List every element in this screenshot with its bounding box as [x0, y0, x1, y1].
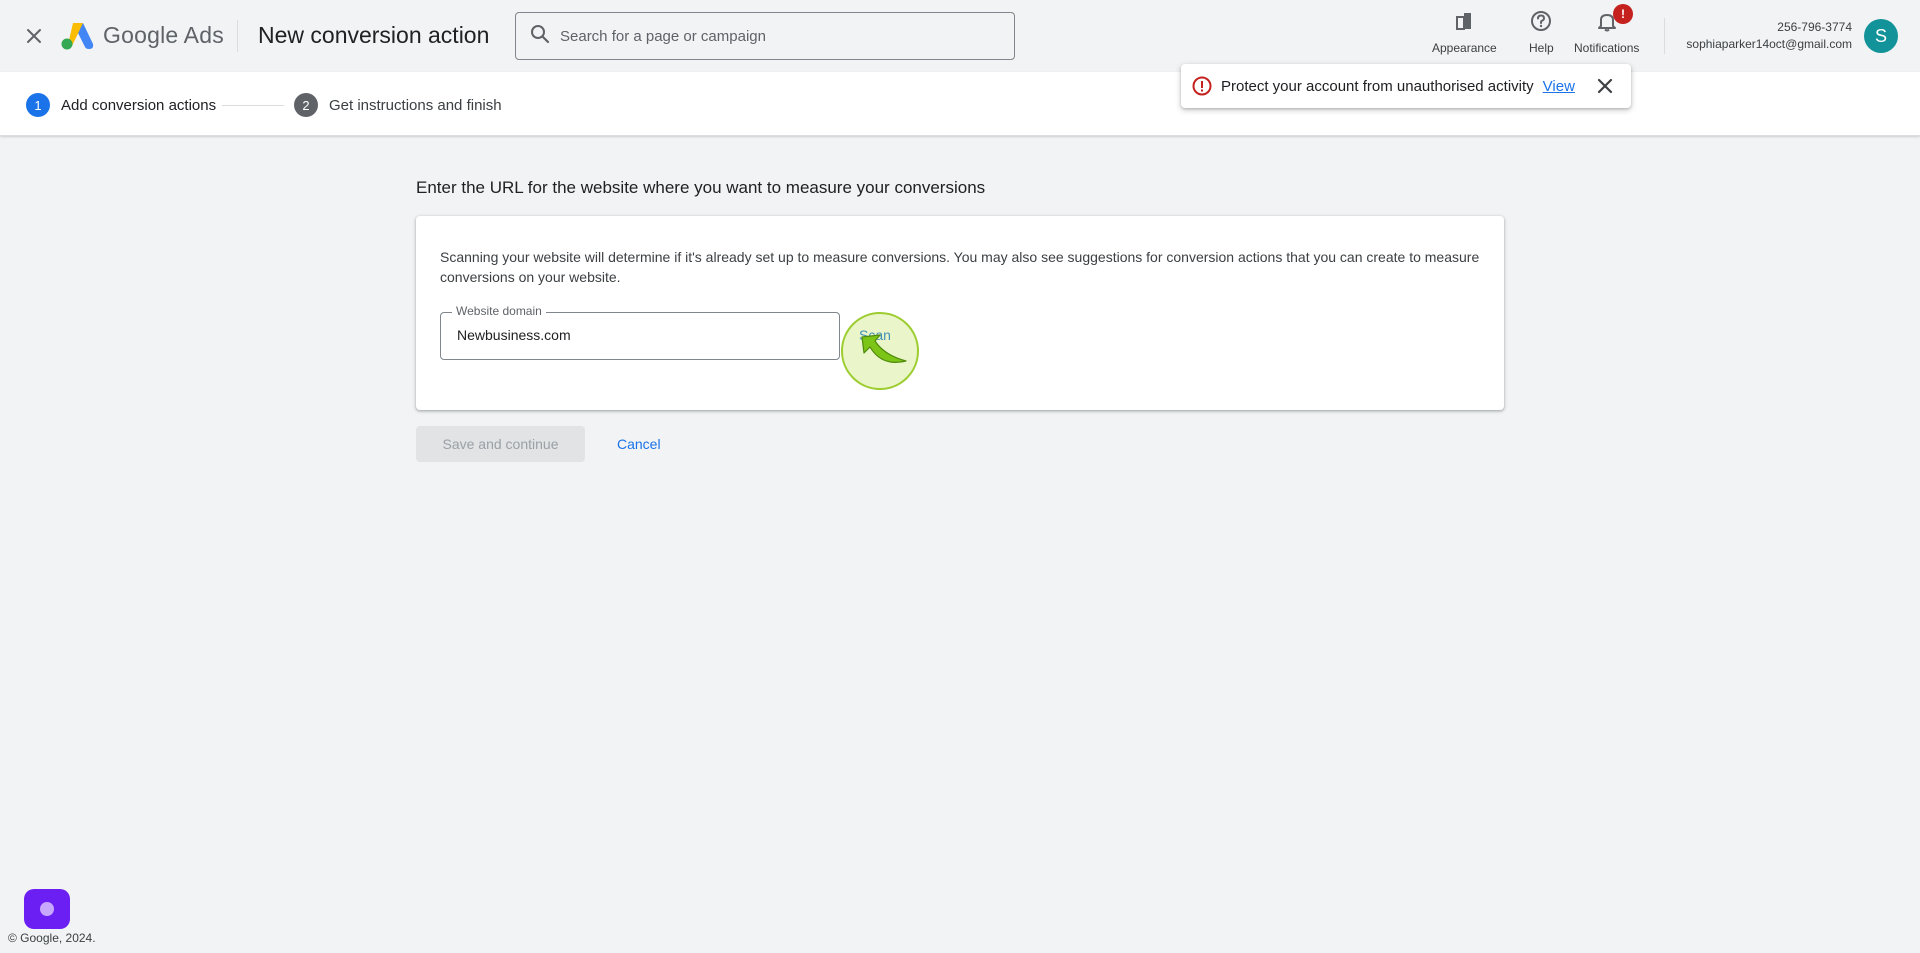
step-connector: [222, 105, 284, 106]
close-icon[interactable]: [20, 22, 48, 50]
avatar[interactable]: S: [1864, 19, 1898, 53]
section-heading: Enter the URL for the website where you …: [416, 178, 986, 197]
footer-copyright: © Google, 2024.: [8, 931, 96, 945]
notifications-label: Notifications: [1574, 41, 1640, 55]
stepper: 1 Add conversion actions 2 Get instructi…: [0, 72, 1920, 136]
step-add-conversion-actions: 1 Add conversion actions: [26, 93, 216, 117]
header-separator: [1664, 18, 1665, 54]
search-box[interactable]: [515, 12, 1015, 60]
step-number: 2: [294, 93, 318, 117]
error-icon: [1191, 75, 1213, 97]
assistant-icon: [40, 902, 54, 916]
account-info[interactable]: 256-796-3774 sophiaparker14oct@gmail.com: [1686, 20, 1852, 51]
google-ads-logo: [60, 20, 94, 50]
step-label: Get instructions and finish: [329, 96, 502, 114]
assistant-launcher-button[interactable]: [24, 889, 70, 929]
step-label: Add conversion actions: [61, 96, 217, 114]
appearance-label: Appearance: [1432, 41, 1497, 55]
website-scan-card: Scanning your website will determine if …: [416, 216, 1504, 410]
toast-message: Protect your account from unauthorised a…: [1221, 77, 1534, 95]
help-label: Help: [1529, 41, 1554, 55]
help-button[interactable]: Help: [1529, 10, 1554, 55]
notification-badge: !: [1613, 4, 1633, 24]
top-app-bar: Google Ads New conversion action Appeara…: [0, 0, 1920, 72]
appearance-button[interactable]: Appearance: [1432, 10, 1497, 55]
cancel-button[interactable]: Cancel: [617, 436, 661, 452]
notifications-button[interactable]: ! Notifications: [1574, 4, 1640, 55]
pointer-arrow-icon: [861, 334, 907, 363]
help-icon: [1530, 10, 1552, 37]
appearance-icon: [1453, 10, 1475, 37]
account-email: sophiaparker14oct@gmail.com: [1686, 37, 1852, 51]
save-and-continue-button[interactable]: Save and continue: [416, 426, 585, 462]
card-description: Scanning your website will determine if …: [440, 249, 1480, 285]
search-input[interactable]: [560, 27, 980, 45]
account-phone: 256-796-3774: [1777, 20, 1852, 34]
header-divider: [237, 20, 238, 52]
step-number: 1: [26, 93, 50, 117]
step-get-instructions: 2 Get instructions and finish: [294, 93, 502, 117]
website-domain-field[interactable]: Website domain: [440, 304, 840, 360]
search-icon: [530, 24, 550, 49]
brand-name: Google Ads: [103, 22, 224, 48]
close-icon[interactable]: [1595, 76, 1615, 96]
page-title: New conversion action: [258, 22, 490, 48]
field-label: Website domain: [452, 304, 546, 318]
security-alert-toast: Protect your account from unauthorised a…: [1181, 64, 1631, 108]
website-domain-input[interactable]: [457, 327, 827, 343]
toast-view-link[interactable]: View: [1543, 78, 1575, 95]
